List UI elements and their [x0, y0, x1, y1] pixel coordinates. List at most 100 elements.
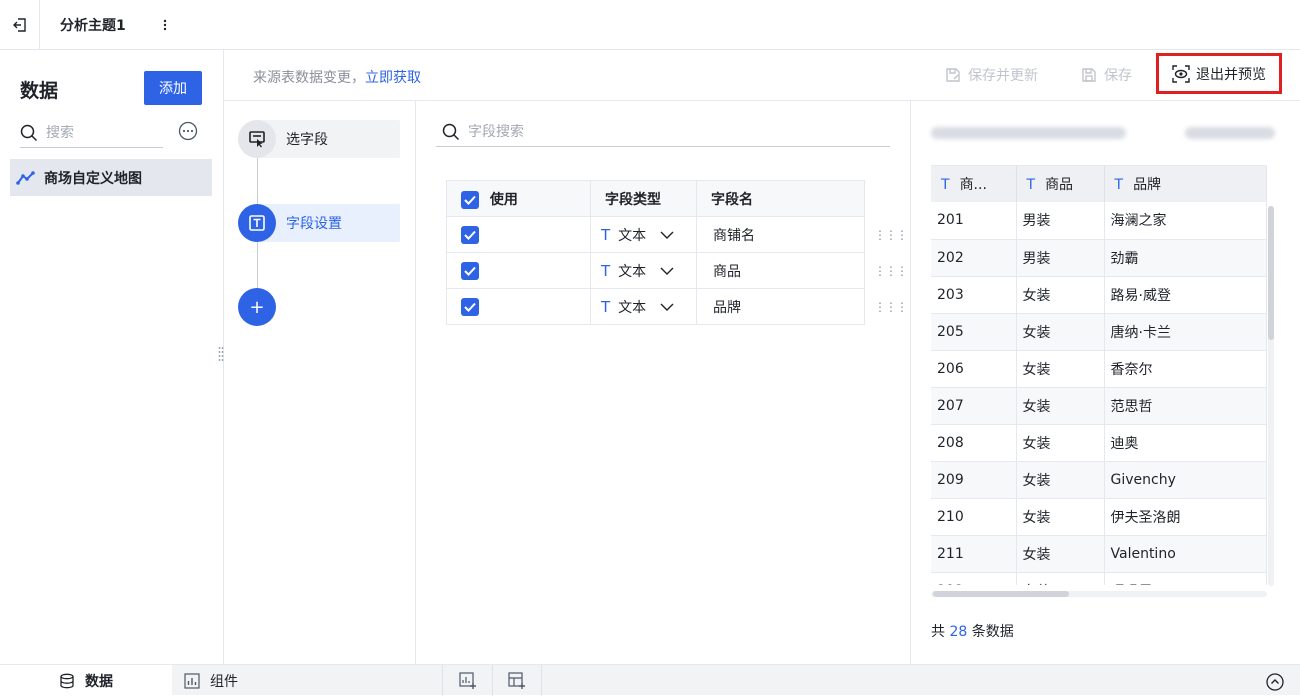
use-checkbox[interactable] — [461, 225, 479, 244]
sidebar-item-label: 商场自定义地图 — [44, 170, 142, 187]
search-icon — [20, 124, 38, 142]
add-dashboard-icon[interactable] — [492, 665, 542, 696]
sidebar-item-dataset[interactable]: 商场自定义地图 — [10, 159, 212, 196]
table-cell: 香奈尔 — [1104, 350, 1267, 388]
table-row: 203 女装 路易·威登 — [931, 276, 1267, 314]
add-step-button[interactable]: + — [238, 288, 400, 326]
step-field-settings[interactable]: 字段设置 — [238, 204, 400, 242]
field-settings-icon — [238, 204, 276, 242]
chevron-down-icon — [660, 231, 674, 239]
table-row: 211 女装 Valentino — [931, 535, 1267, 573]
table-cell: Givenchy — [1104, 461, 1267, 499]
column-use: 使用 — [446, 180, 591, 217]
field-name[interactable]: 品牌 — [696, 288, 865, 325]
fetch-now-link[interactable]: 立即获取 — [365, 70, 421, 86]
fields-table: 使用 字段类型 字段名 T 文本 商铺名 T 文本 商品 T 文本 品牌 — [446, 180, 865, 325]
column-label: 商品 — [1045, 177, 1074, 193]
chevron-down-icon — [660, 303, 674, 311]
sidebar-search — [20, 118, 163, 148]
exit-and-preview-button[interactable]: 退出并预览 — [1156, 53, 1282, 94]
tab-data[interactable]: 数据 — [0, 665, 172, 696]
drag-handle-icon[interactable]: ⋮⋮⋮ — [874, 300, 908, 314]
source-change-notice: 来源表数据变更，立即获取 — [253, 67, 421, 87]
more-options-icon[interactable] — [178, 121, 198, 141]
table-row: 210 女装 伊夫圣洛朗 — [931, 498, 1267, 536]
tab-label: 组件 — [210, 673, 238, 690]
scrollbar-thumb[interactable] — [933, 591, 1069, 597]
preview-column[interactable]: T 商品 — [1016, 166, 1105, 202]
field-type-select[interactable]: T 文本 — [591, 297, 696, 317]
exit-icon[interactable] — [0, 0, 40, 50]
count-suffix: 条数据 — [971, 624, 1014, 640]
table-cell: 路易·威登 — [1104, 276, 1267, 314]
tab-label: 数据 — [85, 673, 113, 690]
field-search — [436, 117, 890, 147]
preview-column[interactable]: T 商... — [931, 166, 1017, 202]
use-checkbox[interactable] — [461, 261, 479, 280]
collapse-up-icon[interactable] — [1266, 673, 1284, 691]
add-component-icon[interactable] — [442, 665, 492, 696]
bottom-bar: 数据 组件 — [0, 664, 1300, 696]
field-type-select[interactable]: T 文本 — [591, 225, 696, 245]
field-type-select[interactable]: T 文本 — [591, 261, 696, 281]
table-row: 205 女装 唐纳·卡兰 — [931, 313, 1267, 351]
tab-component[interactable]: 组件 — [172, 665, 442, 696]
save-and-update-button[interactable]: 保存并更新 — [944, 65, 1038, 85]
preview-column[interactable]: T 品牌 — [1104, 166, 1267, 202]
table-header-row: 使用 字段类型 字段名 — [446, 180, 865, 217]
preview-table-container[interactable]: T 商... T 商品 T 品牌 201 男装 海澜之家 202 男装 劲霸 203 女装 路易·威登… — [931, 165, 1267, 585]
drag-handle-icon[interactable]: ⋮⋮⋮ — [874, 264, 908, 278]
save-label: 保存 — [1104, 68, 1132, 84]
table-cell: 女装 — [1016, 424, 1105, 462]
sidebar-title: 数据 — [20, 80, 59, 102]
database-icon — [59, 673, 75, 689]
table-row: 212女装昭玛尼 — [931, 572, 1267, 585]
scrollbar-thumb[interactable] — [1268, 206, 1274, 340]
count-prefix: 共 — [931, 624, 945, 640]
column-label: 商... — [959, 177, 987, 193]
column-field-name: 字段名 — [696, 180, 865, 217]
table-cell: 女装 — [1016, 572, 1105, 585]
table-cell: 昭玛尼 — [1104, 572, 1267, 585]
column-field-type: 字段类型 — [590, 180, 697, 217]
data-preview-panel: T 商... T 商品 T 品牌 201 男装 海澜之家 202 男装 劲霸 203 女装 路易·威登… — [911, 101, 1300, 664]
field-search-input[interactable] — [468, 123, 768, 140]
field-type-label: 文本 — [618, 299, 647, 316]
table-cell: 205 — [931, 313, 1017, 351]
fields-panel: 使用 字段类型 字段名 T 文本 商铺名 T 文本 商品 T 文本 品牌 — [416, 101, 911, 664]
bar-chart-icon — [184, 672, 200, 689]
table-row: 206 女装 香奈尔 — [931, 350, 1267, 388]
table-cell: 女装 — [1016, 461, 1105, 499]
table-cell: 女装 — [1016, 387, 1105, 425]
step-select-fields[interactable]: 选字段 — [238, 120, 400, 158]
table-cell: 女装 — [1016, 276, 1105, 314]
field-type-label: 文本 — [618, 263, 647, 280]
add-data-button[interactable]: 添加 — [144, 71, 202, 105]
table-cell: 迪奥 — [1104, 424, 1267, 462]
save-button[interactable]: 保存 — [1080, 65, 1132, 85]
blurred-text — [931, 127, 1126, 139]
step-label: 选字段 — [286, 132, 328, 148]
search-input[interactable] — [46, 124, 146, 141]
text-type-icon: T — [601, 261, 611, 280]
drag-handle-icon[interactable]: ⋮⋮⋮ — [874, 228, 908, 242]
table-cell: 210 — [931, 498, 1017, 536]
table-cell: 海澜之家 — [1104, 202, 1267, 240]
horizontal-scrollbar[interactable] — [931, 591, 1267, 597]
table-row: T 文本 品牌 — [446, 288, 865, 325]
plus-icon: + — [238, 288, 276, 326]
search-icon — [442, 123, 460, 141]
use-checkbox[interactable] — [461, 297, 479, 316]
vertical-scrollbar[interactable] — [1268, 206, 1274, 586]
more-vertical-icon[interactable] — [155, 15, 175, 35]
field-type-label: 文本 — [618, 227, 647, 244]
field-name[interactable]: 商铺名 — [696, 216, 865, 253]
field-name[interactable]: 商品 — [696, 252, 865, 289]
table-cell: 207 — [931, 387, 1017, 425]
select-all-checkbox[interactable] — [461, 190, 479, 209]
count-value: 28 — [949, 624, 968, 640]
text-type-icon: T — [601, 297, 611, 316]
table-row: 208 女装 迪奥 — [931, 424, 1267, 462]
table-cell: 女装 — [1016, 535, 1105, 573]
table-cell: 208 — [931, 424, 1017, 462]
